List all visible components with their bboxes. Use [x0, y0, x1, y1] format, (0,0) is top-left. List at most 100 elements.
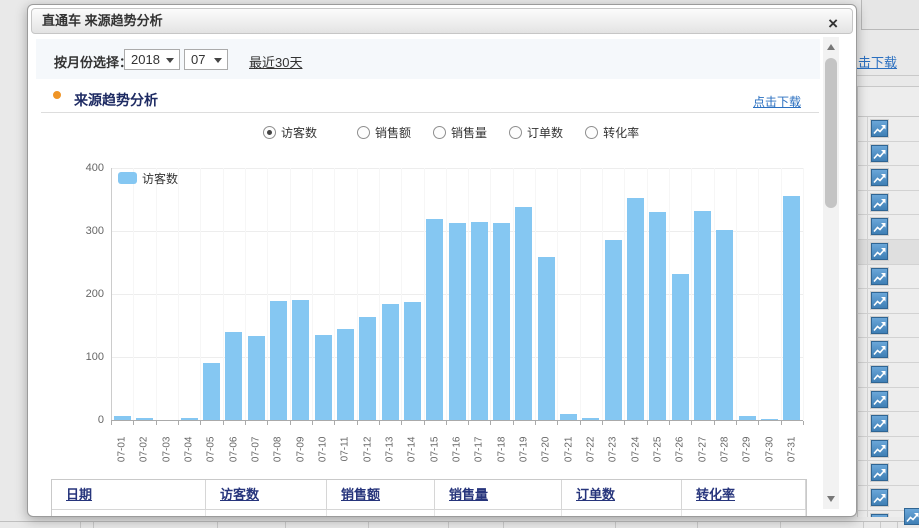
- bar-07-25: [649, 212, 666, 420]
- trend-chart-icon[interactable]: [871, 464, 888, 481]
- orange-bullet-icon: [53, 91, 61, 99]
- scrollbar-thumb[interactable]: [825, 58, 837, 208]
- trend-chart-icon[interactable]: [871, 341, 888, 358]
- background-cell-border: [285, 522, 286, 528]
- x-axis-tick: [691, 421, 692, 425]
- scrollbar-down-arrow-icon[interactable]: [823, 491, 839, 507]
- trend-chart-icon[interactable]: [871, 366, 888, 383]
- background-cell-border: [867, 437, 868, 461]
- y-axis-tick-label: 400: [68, 162, 104, 174]
- x-axis-label: 07-06: [228, 437, 239, 471]
- table-header-link[interactable]: 访客数: [220, 487, 259, 502]
- month-select[interactable]: 07: [184, 49, 228, 70]
- trend-chart-icon[interactable]: [871, 440, 888, 457]
- radio-button-icon[interactable]: [509, 126, 522, 139]
- x-axis-label: 07-17: [474, 437, 485, 471]
- table-header-link[interactable]: 日期: [66, 487, 92, 502]
- x-axis-tick: [803, 421, 804, 425]
- background-cell-border: [217, 522, 218, 528]
- recent-30-days-link[interactable]: 最近30天: [249, 52, 302, 71]
- x-axis-label: 07-27: [697, 437, 708, 471]
- background-table-row: [857, 314, 919, 339]
- table-header-link[interactable]: 转化率: [696, 487, 735, 502]
- table-header-link[interactable]: 订单数: [576, 487, 615, 502]
- background-table-row: [857, 142, 919, 167]
- dialog-scrollbar[interactable]: [823, 37, 839, 509]
- table-header-link[interactable]: 销售量: [449, 487, 488, 502]
- gridline: [401, 168, 402, 420]
- bar-07-14: [404, 302, 421, 420]
- radio-button-icon[interactable]: [585, 126, 598, 139]
- table-header-link[interactable]: 销售额: [341, 487, 380, 502]
- radio-button-icon[interactable]: [357, 126, 370, 139]
- year-select[interactable]: 2018: [124, 49, 180, 70]
- bar-07-29: [739, 416, 756, 420]
- chevron-down-icon: [166, 58, 174, 63]
- table-empty-cell: [327, 510, 435, 517]
- trend-chart-icon[interactable]: [871, 317, 888, 334]
- x-axis-label: 07-22: [585, 437, 596, 471]
- background-cell-border: [867, 215, 868, 239]
- background-cell-border: [897, 522, 898, 528]
- x-axis-label: 07-28: [719, 437, 730, 471]
- trend-chart-icon[interactable]: [871, 120, 888, 137]
- background-table-row: [857, 117, 919, 142]
- x-axis-tick: [424, 421, 425, 425]
- x-axis-tick: [736, 421, 737, 425]
- metric-radio-0[interactable]: 访客数: [263, 124, 317, 141]
- background-cell-border: [780, 522, 781, 528]
- trend-chart-icon[interactable]: [871, 415, 888, 432]
- bar-07-24: [627, 198, 644, 420]
- metric-radio-4[interactable]: 转化率: [585, 124, 639, 141]
- trend-chart-icon[interactable]: [871, 194, 888, 211]
- metric-radio-1[interactable]: 销售额: [357, 124, 411, 141]
- x-axis-tick: [669, 421, 670, 425]
- x-axis-tick: [446, 421, 447, 425]
- bar-07-21: [560, 414, 577, 420]
- metric-radio-2[interactable]: 销售量: [433, 124, 487, 141]
- trend-chart-icon[interactable]: [871, 391, 888, 408]
- gridline: [111, 168, 112, 420]
- y-axis-tick-label: 200: [68, 288, 104, 300]
- y-axis-tick-label: 0: [68, 414, 104, 426]
- x-axis-tick: [535, 421, 536, 425]
- metric-radio-3[interactable]: 订单数: [509, 124, 563, 141]
- legend-swatch: [118, 172, 137, 184]
- close-icon[interactable]: ×: [828, 15, 838, 32]
- trend-chart-icon[interactable]: [871, 145, 888, 162]
- background-cell-border: [867, 486, 868, 510]
- chevron-down-icon: [214, 58, 222, 63]
- trend-chart-icon[interactable]: [871, 243, 888, 260]
- x-axis-label: 07-24: [630, 437, 641, 471]
- bar-07-23: [605, 240, 622, 420]
- trend-chart-icon[interactable]: [871, 489, 888, 506]
- x-axis-label: 07-07: [251, 437, 262, 471]
- x-axis-tick: [580, 421, 581, 425]
- table-empty-cell: [52, 510, 206, 517]
- scrollbar-up-arrow-icon[interactable]: [823, 39, 839, 55]
- bar-07-16: [449, 223, 466, 420]
- dialog-titlebar[interactable]: 直通车 来源趋势分析 ×: [31, 8, 853, 34]
- x-axis-tick: [490, 421, 491, 425]
- bar-07-09: [292, 300, 309, 420]
- download-link[interactable]: 点击下载: [753, 93, 801, 110]
- radio-button-icon[interactable]: [433, 126, 446, 139]
- trend-chart-icon[interactable]: [871, 268, 888, 285]
- gridline: [334, 168, 335, 420]
- gridline: [357, 168, 358, 420]
- bar-07-10: [315, 335, 332, 420]
- x-axis-label: 07-30: [764, 437, 775, 471]
- radio-button-icon[interactable]: [263, 126, 276, 139]
- trend-chart-icon[interactable]: [871, 169, 888, 186]
- gridline: [669, 168, 670, 420]
- metric-radio-label: 订单数: [527, 124, 563, 141]
- x-axis-label: 07-02: [139, 437, 150, 471]
- bar-07-20: [538, 257, 555, 420]
- trend-chart-icon[interactable]: [871, 292, 888, 309]
- background-cell-border: [867, 265, 868, 289]
- trend-chart-icon[interactable]: [904, 508, 919, 525]
- x-axis-label: 07-03: [161, 437, 172, 471]
- gridline: [535, 168, 536, 420]
- trend-chart-icon[interactable]: [871, 218, 888, 235]
- x-axis-tick: [401, 421, 402, 425]
